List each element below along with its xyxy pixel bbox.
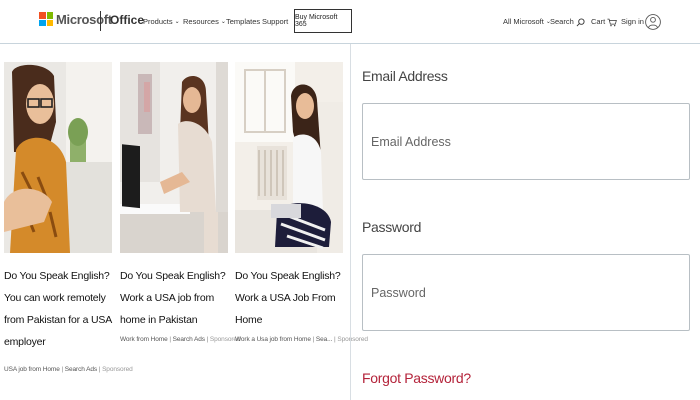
article-meta: USA job from Home | Search Ads | Sponsor… (4, 366, 133, 373)
top-header: Microsoft Office Products ⌄ Resources ⌄ Te… (0, 0, 700, 44)
meta-separator: | (312, 336, 315, 343)
meta-category[interactable]: Work a Usa job from Home (235, 336, 311, 343)
cart-button[interactable]: Cart (591, 17, 618, 27)
search-label: Search (550, 17, 574, 26)
article-image[interactable] (120, 62, 228, 253)
cart-label: Cart (591, 17, 606, 26)
sponsored-label: Sponsored (337, 336, 368, 343)
all-microsoft-menu[interactable]: All Microsoft ⌄ (503, 17, 551, 26)
chevron-down-icon: ⌄ (174, 19, 180, 25)
meta-separator: | (61, 366, 64, 373)
article-image[interactable] (4, 62, 112, 253)
nav-resources-label: Resources (183, 17, 219, 26)
content-divider (350, 44, 351, 400)
search-button[interactable]: Search (550, 17, 585, 27)
email-label: Email Address (362, 68, 448, 84)
meta-source[interactable]: Search Ads (173, 336, 205, 343)
forgot-password-link[interactable]: Forgot Password? (362, 370, 471, 386)
buy-microsoft-365-button[interactable]: Buy Microsoft 365 (294, 9, 352, 33)
email-input[interactable] (362, 103, 690, 180)
meta-separator: | (206, 336, 209, 343)
meta-category[interactable]: Work from Home (120, 336, 168, 343)
nav-support[interactable]: Support (262, 17, 288, 26)
password-label: Password (362, 219, 422, 235)
nav-templates[interactable]: Templates (226, 17, 260, 26)
all-microsoft-label: All Microsoft (503, 17, 544, 26)
search-icon (576, 17, 585, 26)
office-link[interactable]: Office (110, 13, 144, 27)
meta-source[interactable]: Search Ads (65, 366, 97, 373)
meta-separator: | (98, 366, 101, 373)
nav-products[interactable]: Products ⌄ (143, 17, 180, 26)
sponsored-label: Sponsored (102, 366, 133, 373)
sign-in-link[interactable]: Sign in (621, 17, 644, 26)
meta-category[interactable]: USA job from Home (4, 366, 60, 373)
header-divider (100, 11, 101, 31)
meta-source[interactable]: Sea... (316, 336, 332, 343)
meta-separator: | (169, 336, 171, 343)
article-image[interactable] (235, 62, 343, 253)
user-avatar-icon[interactable] (645, 11, 661, 33)
password-input[interactable] (362, 254, 690, 331)
nav-resources[interactable]: Resources ⌄ (183, 17, 226, 26)
meta-separator: | (334, 336, 336, 343)
article-title[interactable]: Do You Speak English? Work a USA job fro… (120, 265, 230, 331)
article-meta: Work from Home | Search Ads | Sponsored (120, 336, 241, 343)
microsoft-logo-icon[interactable] (39, 12, 53, 26)
article-meta: Work a Usa job from Home | Sea... | Spon… (235, 336, 368, 343)
cart-icon (607, 18, 618, 26)
nav-products-label: Products (143, 17, 173, 26)
microsoft-brand-text[interactable]: Microsoft (56, 12, 112, 27)
article-title[interactable]: Do You Speak English? You can work remot… (4, 265, 114, 353)
article-title[interactable]: Do You Speak English? Work a USA Job Fro… (235, 265, 345, 331)
